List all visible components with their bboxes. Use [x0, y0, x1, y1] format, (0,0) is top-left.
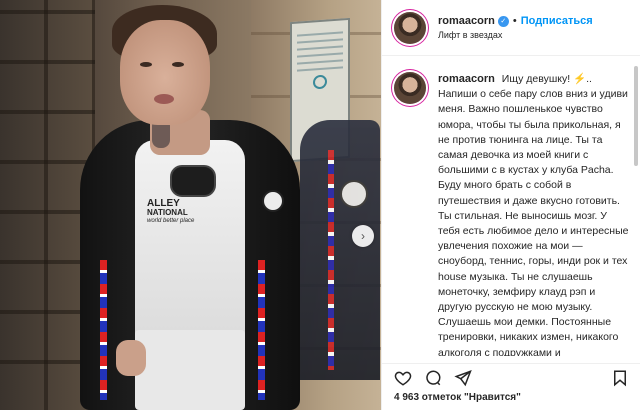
eye-left [140, 62, 152, 67]
heart-icon[interactable] [394, 369, 412, 387]
verified-badge-icon: ✓ [497, 15, 509, 27]
scrollbar[interactable] [634, 66, 638, 166]
mouth [154, 94, 174, 104]
caption-text: Ищу девушку! ⚡.. Напиши о себе пару слов… [438, 73, 629, 356]
action-bar [382, 363, 640, 387]
caption-username-link[interactable]: romaacorn [438, 73, 495, 85]
comment-icon[interactable] [424, 369, 442, 387]
caption-area: romaacorn Ищу девушку! ⚡.. Напиши о себе… [382, 66, 640, 356]
face [120, 20, 210, 125]
follow-button[interactable]: Подписаться [521, 15, 593, 27]
avatar[interactable] [394, 11, 426, 44]
username-link[interactable]: romaacorn [438, 15, 495, 27]
post-sidebar: romaacorn ✓ • Подписаться Лифт в звездах… [381, 0, 640, 410]
share-icon[interactable] [454, 369, 472, 387]
separator-dot: • [512, 15, 517, 27]
camera [170, 165, 216, 197]
post-photo[interactable]: ALLEY NATIONAL world better place › [0, 0, 381, 410]
tshirt-print: ALLEY NATIONAL world better place [147, 198, 195, 224]
shorts [135, 330, 245, 410]
next-photo-button[interactable]: › [352, 225, 374, 247]
caption-avatar[interactable] [394, 72, 426, 104]
likes-count[interactable]: 4 963 отметок "Нравится" [394, 392, 521, 403]
bookmark-icon[interactable] [611, 369, 629, 387]
hand [116, 340, 146, 376]
mirror-reflection [300, 120, 380, 380]
caption: romaacorn Ищу девушку! ⚡.. Напиши о себе… [438, 72, 629, 356]
chevron-right-icon: › [361, 229, 365, 243]
location-link[interactable]: Лифт в звездах [438, 30, 593, 40]
eye-right [172, 62, 184, 67]
post-header: romaacorn ✓ • Подписаться Лифт в звездах [382, 0, 640, 56]
